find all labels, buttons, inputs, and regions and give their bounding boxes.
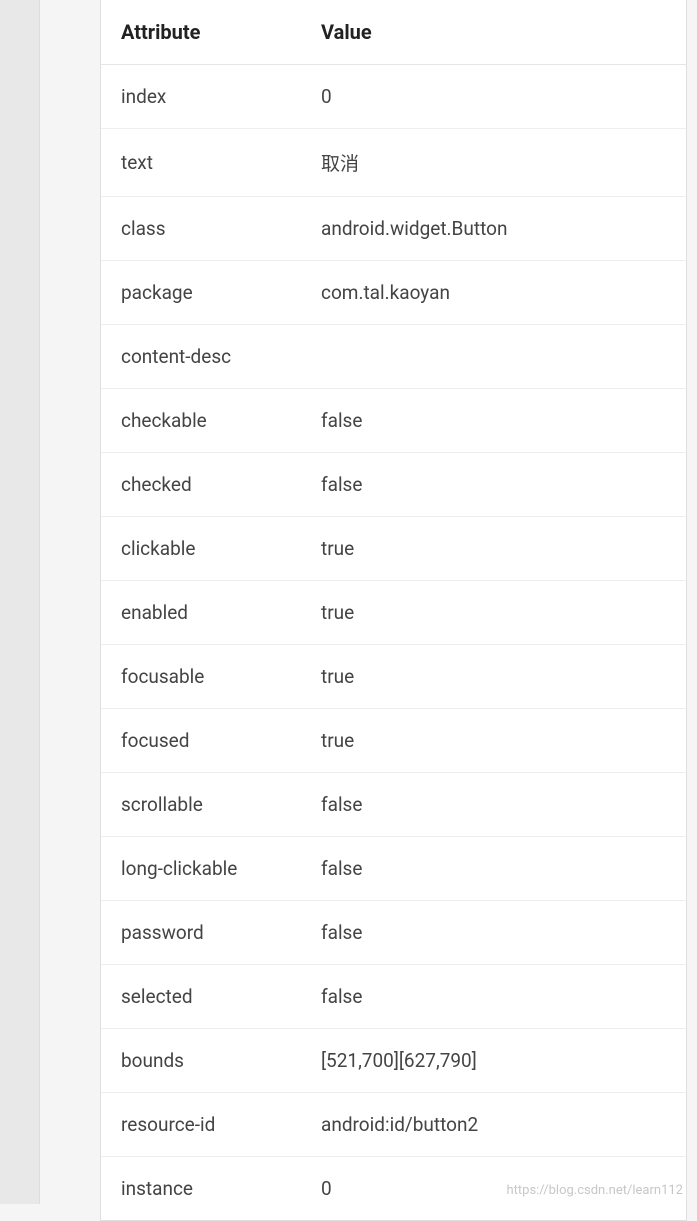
table-row[interactable]: content-desc xyxy=(101,325,686,389)
table-row[interactable]: focusable true xyxy=(101,645,686,709)
table-row[interactable]: focused true xyxy=(101,709,686,773)
attr-value: 0 xyxy=(301,65,686,129)
attr-name: enabled xyxy=(101,581,301,645)
table-row[interactable]: instance 0 xyxy=(101,1157,686,1221)
attr-name: scrollable xyxy=(101,773,301,837)
attributes-panel: Attribute Value index 0 text 取消 class an… xyxy=(100,0,687,1221)
attr-name: bounds xyxy=(101,1029,301,1093)
table-row[interactable]: enabled true xyxy=(101,581,686,645)
table-row[interactable]: scrollable false xyxy=(101,773,686,837)
attr-name: selected xyxy=(101,965,301,1029)
attr-value: false xyxy=(301,453,686,517)
attr-value: android:id/button2 xyxy=(301,1093,686,1157)
attr-value: com.tal.kaoyan xyxy=(301,261,686,325)
attr-name: text xyxy=(101,129,301,197)
attr-value: android.widget.Button xyxy=(301,197,686,261)
attr-name: content-desc xyxy=(101,325,301,389)
table-row[interactable]: password false xyxy=(101,901,686,965)
attr-name: checkable xyxy=(101,389,301,453)
table-header-row: Attribute Value xyxy=(101,0,686,65)
table-row[interactable]: clickable true xyxy=(101,517,686,581)
table-row[interactable]: checkable false xyxy=(101,389,686,453)
attr-value: false xyxy=(301,901,686,965)
table-row[interactable]: index 0 xyxy=(101,65,686,129)
table-row[interactable]: bounds [521,700][627,790] xyxy=(101,1029,686,1093)
table-row[interactable]: checked false xyxy=(101,453,686,517)
attr-value xyxy=(301,325,686,389)
attr-value: [521,700][627,790] xyxy=(301,1029,686,1093)
attr-name: resource-id xyxy=(101,1093,301,1157)
attr-value: false xyxy=(301,837,686,901)
attr-value: false xyxy=(301,389,686,453)
attr-name: package xyxy=(101,261,301,325)
header-attribute: Attribute xyxy=(101,0,301,65)
attr-value: 取消 xyxy=(301,129,686,197)
table-row[interactable]: class android.widget.Button xyxy=(101,197,686,261)
attributes-table: Attribute Value index 0 text 取消 class an… xyxy=(101,0,686,1220)
attr-value: false xyxy=(301,773,686,837)
left-gutter xyxy=(0,0,40,1204)
table-row[interactable]: package com.tal.kaoyan xyxy=(101,261,686,325)
header-value: Value xyxy=(301,0,686,65)
attr-name: password xyxy=(101,901,301,965)
attr-name: index xyxy=(101,65,301,129)
attr-name: checked xyxy=(101,453,301,517)
table-row[interactable]: selected false xyxy=(101,965,686,1029)
attr-name: class xyxy=(101,197,301,261)
attr-name: long-clickable xyxy=(101,837,301,901)
attr-name: clickable xyxy=(101,517,301,581)
table-row[interactable]: resource-id android:id/button2 xyxy=(101,1093,686,1157)
attr-value: true xyxy=(301,709,686,773)
table-row[interactable]: text 取消 xyxy=(101,129,686,197)
attr-value: 0 xyxy=(301,1157,686,1221)
attr-name: instance xyxy=(101,1157,301,1221)
attr-value: true xyxy=(301,645,686,709)
attr-name: focusable xyxy=(101,645,301,709)
attr-value: true xyxy=(301,581,686,645)
attr-value: true xyxy=(301,517,686,581)
attr-name: focused xyxy=(101,709,301,773)
table-row[interactable]: long-clickable false xyxy=(101,837,686,901)
attr-value: false xyxy=(301,965,686,1029)
